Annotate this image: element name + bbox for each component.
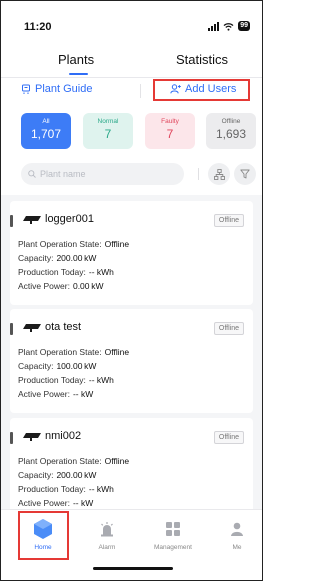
status-badge: Offline [213, 322, 244, 335]
active-power-value: -- kW [72, 389, 94, 399]
operation-state-value: Offline [104, 347, 130, 357]
signal-icon [208, 21, 220, 31]
plant-name: nmi002 [45, 430, 82, 442]
plant-card[interactable]: nmi002 Offline Plant Operation State: Off… [10, 418, 253, 522]
plant-card[interactable]: ota test Offline Plant Operation State: O… [10, 309, 253, 413]
search-box[interactable] [21, 163, 184, 185]
plant-name: ota test [45, 321, 82, 333]
top-tabs: Plants Statistics [1, 39, 262, 77]
active-power-value: 0.00 kW [72, 281, 104, 291]
filter-icon [240, 169, 250, 179]
home-highlight-box [18, 511, 69, 560]
card-label: Normal [97, 118, 119, 125]
tab-statistics[interactable]: Statistics [176, 52, 228, 67]
battery-icon: 99 [238, 21, 250, 31]
status-card-offline[interactable]: Offline 1,693 [206, 113, 256, 149]
production-value: -- kWh [88, 375, 114, 385]
capacity-row: Capacity: 200.00 kW [18, 470, 97, 480]
search-divider [198, 168, 199, 180]
plant-guide-label: Plant Guide [35, 83, 93, 95]
plant-guide-button[interactable]: Plant Guide [21, 83, 92, 95]
solar-panel-icon [23, 324, 41, 332]
status-time: 11:20 [24, 21, 52, 33]
status-summary: All 1,707 Normal 7 Faulty 7 Offline 1,69… [1, 103, 262, 155]
operation-state-value: Offline [104, 456, 130, 466]
solar-panel-icon [23, 216, 41, 224]
nav-label: Management [154, 544, 192, 551]
card-label: All [42, 118, 50, 125]
plant-details: Plant Operation State: Offline Capacity: 1… [18, 345, 129, 401]
production-row: Production Today: -- kWh [18, 484, 114, 494]
plant-details: Plant Operation State: Offline Capacity: 2… [18, 454, 129, 510]
active-tab-indicator [69, 73, 88, 75]
group-tree-button[interactable] [208, 163, 230, 185]
capacity-value: 200.00 kW [56, 470, 97, 480]
management-icon [166, 522, 180, 536]
status-badge: Offline [213, 431, 244, 444]
card-count: 7 [104, 127, 112, 141]
operation-state-row: Plant Operation State: Offline [18, 456, 130, 466]
card-label: Offline [221, 118, 241, 125]
home-indicator[interactable] [93, 567, 173, 570]
card-count: 7 [166, 127, 174, 141]
search-bar [1, 155, 262, 195]
operation-state-row: Plant Operation State: Offline [18, 347, 130, 357]
status-icons: 99 [208, 21, 250, 31]
filter-button[interactable] [234, 163, 256, 185]
status-badge: Offline [213, 214, 244, 227]
guide-icon [22, 84, 30, 94]
card-accent-bar [10, 432, 13, 444]
operation-state-row: Plant Operation State: Offline [18, 239, 130, 249]
action-divider [140, 84, 141, 98]
card-accent-bar [10, 323, 13, 335]
search-input[interactable] [40, 169, 170, 179]
status-bar: 11:20 99 [1, 1, 262, 39]
plant-name: logger001 [45, 213, 94, 225]
plant-card[interactable]: logger001 Offline Plant Operation State:… [10, 201, 253, 305]
plant-details: Plant Operation State: Offline Capacity: 2… [18, 237, 129, 293]
active-power-value: -- kW [72, 498, 94, 508]
nav-label: Alarm [98, 544, 116, 551]
capacity-row: Capacity: 100.00 kW [18, 361, 97, 371]
status-card-normal[interactable]: Normal 7 [83, 113, 133, 149]
active-power-row: Active Power: -- kW [18, 498, 94, 508]
hierarchy-icon [213, 168, 225, 180]
active-power-row: Active Power: -- kW [18, 389, 94, 399]
card-accent-bar [10, 215, 13, 227]
add-users-highlight-box [153, 79, 250, 101]
status-card-faulty[interactable]: Faulty 7 [145, 113, 195, 149]
production-value: -- kWh [88, 484, 114, 494]
wifi-icon [223, 22, 234, 31]
card-count: 1,707 [30, 127, 62, 141]
operation-state-value: Offline [104, 239, 130, 249]
active-power-row: Active Power: 0.00 kW [18, 281, 104, 291]
alarm-icon [101, 522, 113, 537]
nav-alarm[interactable]: Alarm [82, 516, 132, 551]
search-icon [28, 170, 36, 178]
nav-me[interactable]: Me [212, 516, 262, 551]
card-count: 1,693 [215, 127, 247, 141]
production-row: Production Today: -- kWh [18, 267, 114, 277]
capacity-value: 100.00 kW [56, 361, 97, 371]
status-card-all[interactable]: All 1,707 [21, 113, 71, 149]
card-label: Faulty [161, 118, 179, 125]
solar-panel-icon [23, 433, 41, 441]
me-icon [231, 522, 243, 536]
capacity-row: Capacity: 200.00 kW [18, 253, 97, 263]
app-screen: 11:20 99 Plants Statistics Plant Guide A… [0, 0, 263, 581]
production-value: -- kWh [88, 267, 114, 277]
nav-management[interactable]: Management [148, 516, 198, 551]
nav-label: Me [232, 544, 242, 551]
capacity-value: 200.00 kW [56, 253, 97, 263]
production-row: Production Today: -- kWh [18, 375, 114, 385]
tab-plants[interactable]: Plants [58, 52, 94, 67]
